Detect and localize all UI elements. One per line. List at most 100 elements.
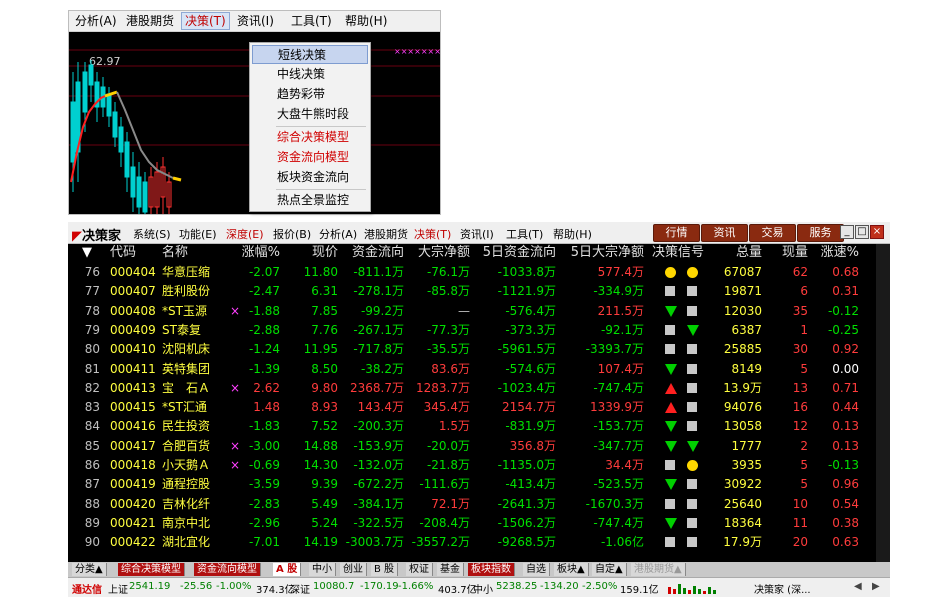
block-net: -111.6万 xyxy=(419,477,470,492)
menu-decision[interactable]: 决策(T) xyxy=(181,12,230,30)
dropdown-short-term-decision[interactable]: 短线决策 xyxy=(252,45,368,64)
dropdown-mid-term-decision[interactable]: 中线决策 xyxy=(252,65,368,84)
block-net: -208.4万 xyxy=(419,515,470,530)
header-fund-flow[interactable]: 资金流向 xyxy=(340,244,404,262)
header-5d-fund-flow[interactable]: 5日资金流向 xyxy=(472,244,556,262)
menu-tools[interactable]: 工具(T) xyxy=(291,13,332,29)
minimize-icon[interactable]: _ xyxy=(840,225,854,239)
menu-decision[interactable]: 决策(T) xyxy=(414,226,451,242)
status-bar: 通达信 上证 2541.19 -25.56 -1.00% 374.3亿 深证 1… xyxy=(68,577,890,597)
sort-arrow-icon[interactable]: ▼ xyxy=(82,244,92,262)
service-button[interactable]: 服务 xyxy=(797,224,844,242)
tab-a-share[interactable]: A 股 xyxy=(273,563,302,576)
stock-code: 000409 xyxy=(110,322,156,337)
menu-help[interactable]: 帮助(H) xyxy=(345,13,387,29)
block-net-5d: 107.4万 xyxy=(597,361,644,376)
dropdown-trend-ribbon[interactable]: 趋势彩带 xyxy=(252,85,368,104)
tab-category[interactable]: 分类▲ xyxy=(72,563,107,576)
tab-watchlist[interactable]: 自选 xyxy=(523,563,550,576)
block-net-5d: -747.4万 xyxy=(593,515,644,530)
tab-composite-model[interactable]: 综合决策模型 xyxy=(118,563,185,576)
menu-info[interactable]: 资讯(I) xyxy=(460,226,494,242)
change-pct: -2.96 xyxy=(248,515,280,530)
tab-custom[interactable]: 自定▲ xyxy=(592,563,627,576)
menu-hk-futures[interactable]: 港股期货 xyxy=(126,13,174,29)
block-net: -35.5万 xyxy=(426,342,470,357)
total-volume: 3935 xyxy=(731,458,762,472)
header-name[interactable]: 名称 xyxy=(162,244,188,262)
quote-window: ◤决策家 系统(S) 功能(E) 深度(E) 报价(B) 分析(A) 港股期货 … xyxy=(68,222,890,597)
maximize-icon[interactable]: □ xyxy=(855,225,869,239)
stock-name: 南京中北 xyxy=(162,515,211,530)
status-scroll-left-icon[interactable]: ◀ xyxy=(854,581,862,592)
header-code[interactable]: 代码 xyxy=(110,244,136,262)
total-volume: 30922 xyxy=(723,477,762,492)
dropdown-hotspot-monitor[interactable]: 热点全景监控 xyxy=(252,191,368,210)
row-number: 88 xyxy=(84,496,100,511)
tab-warrant[interactable]: 权证 xyxy=(406,563,433,576)
menu-hk-futures[interactable]: 港股期货 xyxy=(364,226,408,242)
tab-hk-futures[interactable]: 港股期货▲ xyxy=(631,563,686,576)
sell-triangle-down-icon xyxy=(687,324,699,336)
hold-circle-icon xyxy=(687,267,698,278)
dropdown-composite-model[interactable]: 综合决策模型 xyxy=(252,128,368,147)
info-button[interactable]: 资讯 xyxy=(701,224,748,242)
menu-function[interactable]: 功能(E) xyxy=(179,226,217,242)
sh-index: 2541.19 xyxy=(129,581,171,592)
current-volume: 1 xyxy=(800,322,808,337)
block-net-5d: 1339.9万 xyxy=(590,400,644,415)
header-price[interactable]: 现价 xyxy=(290,244,338,262)
speed-pct: 0.38 xyxy=(832,515,859,530)
menu-info[interactable]: 资讯(I) xyxy=(237,13,274,29)
header-change-pct[interactable]: 涨幅% xyxy=(230,244,280,262)
neutral-square-icon xyxy=(687,479,697,490)
stock-name: 吉林化纤 xyxy=(162,496,211,511)
header-speed[interactable]: 涨速% xyxy=(813,244,859,262)
menu-depth[interactable]: 深度(E) xyxy=(226,226,264,242)
neutral-square-icon xyxy=(687,402,697,413)
total-volume: 25885 xyxy=(723,342,762,357)
stock-code: 000404 xyxy=(110,265,156,279)
tab-fund[interactable]: 基金 xyxy=(437,563,464,576)
menu-system[interactable]: 系统(S) xyxy=(133,226,171,242)
tab-b-share[interactable]: B 股 xyxy=(371,563,399,576)
brand-label: 通达信 xyxy=(72,585,102,596)
hold-circle-icon xyxy=(665,267,676,278)
close-icon[interactable]: × xyxy=(870,225,884,239)
vertical-scrollbar[interactable] xyxy=(876,244,890,562)
sh-change: -25.56 xyxy=(180,581,213,592)
sell-triangle-down-icon xyxy=(665,421,677,433)
block-net: -85.8万 xyxy=(426,284,470,299)
tab-sme[interactable]: 中小 xyxy=(309,563,336,576)
dropdown-sector-fund-flow[interactable]: 板块资金流向 xyxy=(252,168,368,187)
dropdown-bull-bear-periods[interactable]: 大盘牛熊时段 xyxy=(252,105,368,124)
menu-analysis[interactable]: 分析(A) xyxy=(319,226,357,242)
speed-pct: -0.25 xyxy=(827,322,859,337)
row-number: 87 xyxy=(84,477,100,492)
header-total-volume[interactable]: 总量 xyxy=(716,244,762,262)
dropdown-fund-flow-model[interactable]: 资金流向模型 xyxy=(252,148,368,167)
quotes-button[interactable]: 行情 xyxy=(653,224,700,242)
menu-analysis[interactable]: 分析(A) xyxy=(75,13,117,29)
app-logo: ◤决策家 xyxy=(72,229,122,244)
header-block-net[interactable]: 大宗净额 xyxy=(406,244,470,262)
total-volume: 17.9万 xyxy=(723,535,762,550)
header-decision-signal[interactable]: 决策信号 xyxy=(652,244,704,262)
tab-chinext[interactable]: 创业 xyxy=(340,563,367,576)
dropdown-separator xyxy=(276,189,366,190)
tab-sector[interactable]: 板块▲ xyxy=(554,563,589,576)
fund-flow-5d: -9268.5万 xyxy=(497,535,556,550)
buy-triangle-up-icon xyxy=(665,382,677,394)
header-5d-block-net[interactable]: 5日大宗净额 xyxy=(558,244,644,262)
menu-help[interactable]: 帮助(H) xyxy=(553,226,592,242)
tab-sector-index[interactable]: 板块指数 xyxy=(468,563,515,576)
header-current-volume[interactable]: 现量 xyxy=(768,244,808,262)
neutral-square-icon xyxy=(665,460,675,470)
trade-button[interactable]: 交易 xyxy=(749,224,796,242)
block-net-5d: -92.1万 xyxy=(600,322,644,337)
status-scroll-right-icon[interactable]: ▶ xyxy=(872,581,880,592)
menu-quote[interactable]: 报价(B) xyxy=(273,226,311,242)
menu-tools[interactable]: 工具(T) xyxy=(506,226,543,242)
fund-flow: -811.1万 xyxy=(353,265,404,279)
tab-fund-flow-model[interactable]: 资金流向模型 xyxy=(194,563,261,576)
